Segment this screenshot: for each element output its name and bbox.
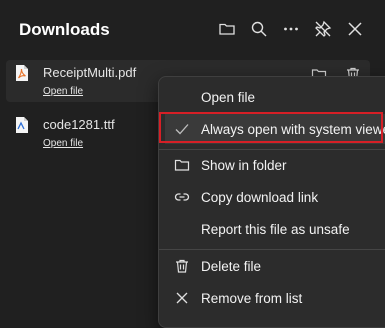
more-options-icon[interactable] [281, 19, 301, 39]
menu-item-report-unsafe[interactable]: Report this file as unsafe [165, 214, 385, 244]
checkmark-icon [173, 120, 191, 138]
close-icon[interactable] [345, 19, 365, 39]
download-file-name: ReceiptMulti.pdf [43, 65, 137, 80]
menu-item-label: Always open with system viewer [201, 121, 385, 137]
open-downloads-folder-icon[interactable] [217, 19, 237, 39]
menu-item-copy-download-link[interactable]: Copy download link [165, 182, 385, 212]
open-file-link[interactable]: Open file [43, 138, 83, 149]
open-file-link[interactable]: Open file [43, 86, 83, 97]
menu-item-remove-from-list[interactable]: Remove from list [165, 283, 385, 313]
link-icon [173, 188, 191, 206]
menu-item-label: Copy download link [201, 189, 319, 205]
menu-item-open-file[interactable]: Open file [165, 82, 385, 112]
download-file-name: code1281.ttf [43, 117, 115, 132]
close-icon [173, 289, 191, 307]
menu-item-label: Show in folder [201, 157, 287, 173]
unpin-icon[interactable] [313, 19, 333, 39]
menu-item-label: Report this file as unsafe [201, 221, 350, 237]
trash-icon [173, 257, 191, 275]
menu-divider [159, 249, 385, 250]
panel-title: Downloads [19, 20, 110, 39]
menu-item-label: Open file [201, 89, 256, 105]
menu-item-show-in-folder[interactable]: Show in folder [165, 150, 385, 180]
menu-item-label: Delete file [201, 258, 262, 274]
menu-item-delete-file[interactable]: Delete file [165, 251, 385, 281]
menu-item-always-open-with-system-viewer[interactable]: Always open with system viewer [165, 114, 385, 144]
font-file-icon [15, 116, 29, 134]
pdf-file-icon [15, 64, 29, 82]
search-icon[interactable] [249, 19, 269, 39]
menu-item-label: Remove from list [201, 290, 303, 306]
context-menu: Open file Always open with system viewer… [158, 76, 385, 328]
folder-icon [173, 156, 191, 174]
